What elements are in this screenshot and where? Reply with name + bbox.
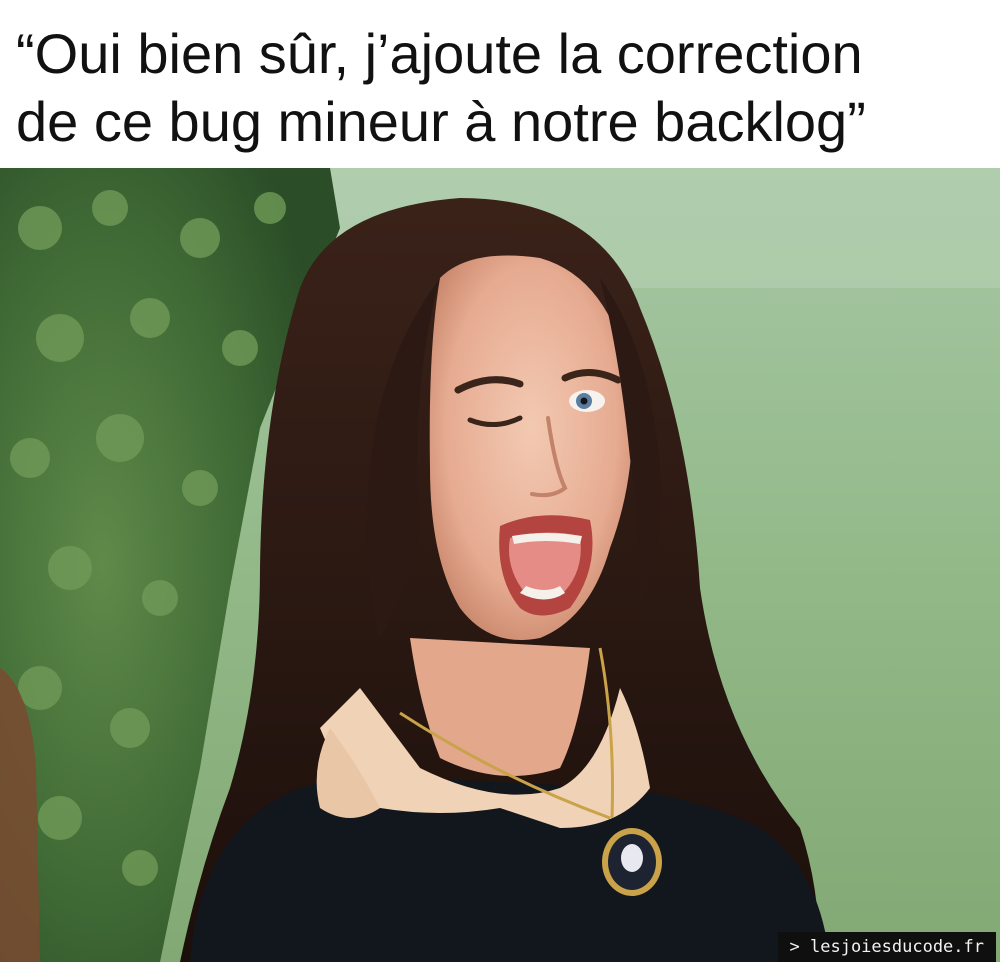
caption-line-1: “Oui bien sûr, j’ajoute la correction	[16, 22, 863, 85]
meme-photo: > lesjoiesducode.fr	[0, 168, 1000, 962]
caption-line-2: de ce bug mineur à notre backlog”	[16, 90, 866, 153]
site-watermark: > lesjoiesducode.fr	[777, 932, 996, 962]
meme-caption: “Oui bien sûr, j’ajoute la correction de…	[0, 0, 1000, 168]
cameo-pendant	[602, 828, 662, 896]
winking-woman-photo	[0, 168, 1000, 962]
